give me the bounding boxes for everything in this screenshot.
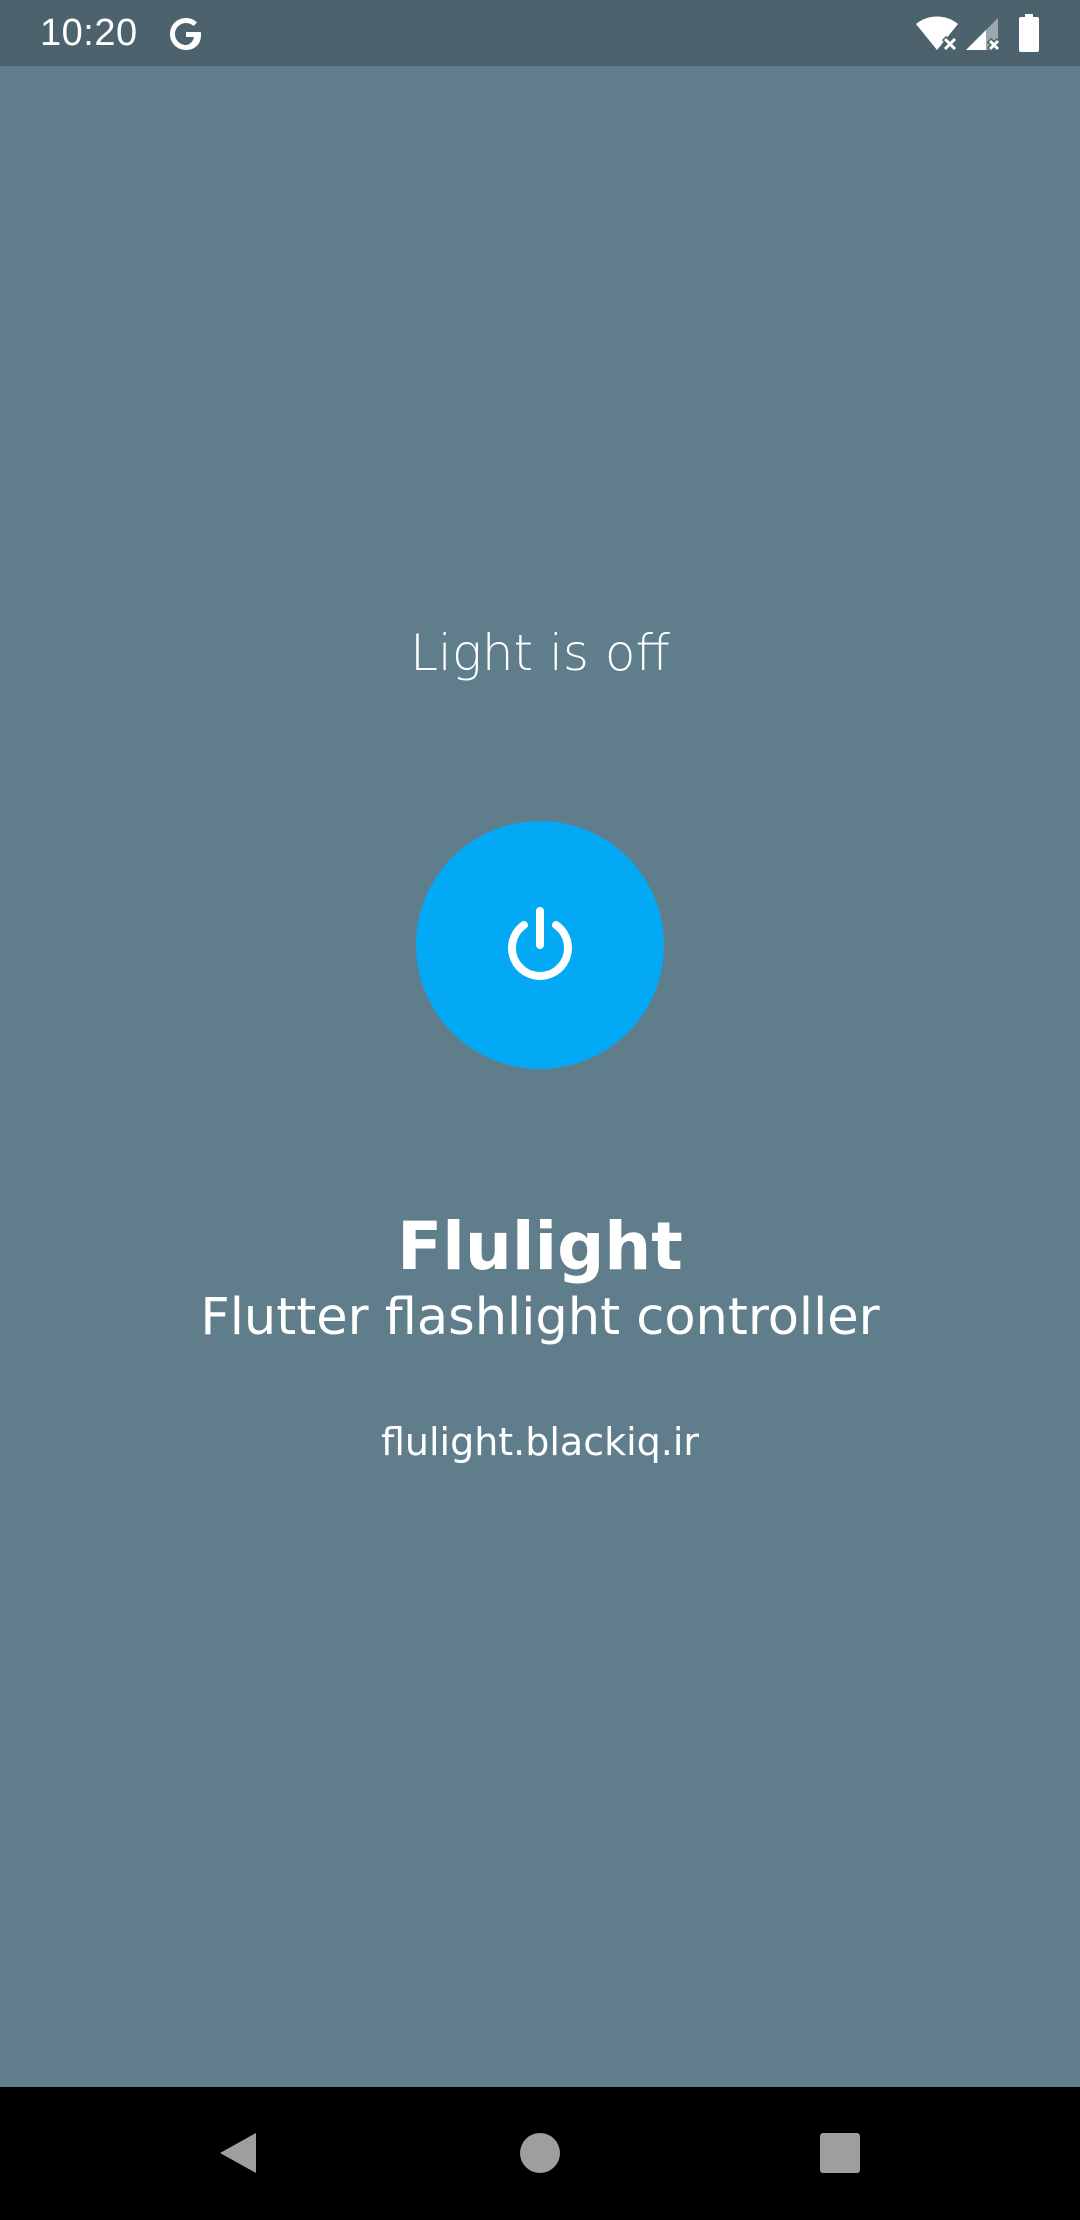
cellular-signal-icon (966, 18, 1002, 52)
navigation-bar (0, 2087, 1080, 2220)
app-url-link[interactable]: flulight.blackiq.ir (0, 1417, 1080, 1467)
power-icon (508, 907, 572, 980)
battery-icon (1019, 14, 1039, 52)
status-time: 10:20 (40, 12, 138, 54)
light-status-text: Light is off (410, 624, 670, 682)
status-bar: 10:20 (0, 0, 1080, 66)
home-icon[interactable] (514, 2127, 566, 2179)
app-title: Flulight (397, 1208, 683, 1285)
power-toggle-button[interactable] (416, 821, 664, 1069)
back-icon[interactable] (214, 2127, 266, 2179)
wifi-icon (916, 16, 959, 52)
recents-icon[interactable] (814, 2127, 866, 2179)
app-screen: 10:20 Light is off Flulight Flutter flas… (0, 0, 1080, 2220)
google-g-icon (170, 18, 201, 50)
app-subtitle: Flutter flashlight controller (200, 1288, 880, 1347)
